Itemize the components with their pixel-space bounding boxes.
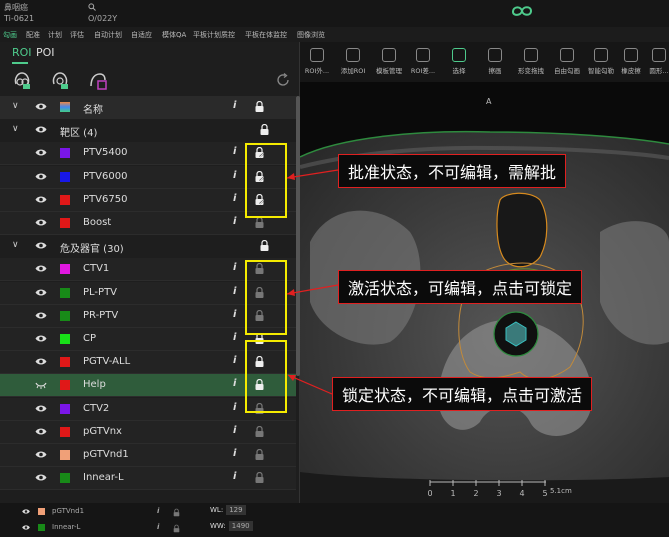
callout-locked: 锁定状态，不可编辑，点击可激活 — [332, 377, 593, 411]
bottom-roi-row[interactable]: Innear-L i — [0, 520, 200, 536]
window-level: WL: 129 — [210, 505, 246, 515]
window-width-value: 1490 — [228, 521, 253, 531]
roi-color-swatch[interactable] — [38, 508, 45, 515]
eye-icon[interactable] — [22, 524, 30, 530]
bottom-roi-row[interactable]: pGTVnd1 i — [0, 504, 200, 520]
eye-icon[interactable] — [22, 508, 30, 514]
callout-active: 激活状态，可编辑，点击可锁定 — [338, 270, 583, 304]
roi-color-swatch[interactable] — [38, 524, 45, 531]
unlocked-icon[interactable] — [173, 524, 180, 533]
unlocked-icon[interactable] — [173, 508, 180, 517]
roi-name: pGTVnd1 — [52, 507, 85, 515]
roi-name: Innear-L — [52, 523, 81, 531]
bottom-roi-strip: WL: 129 WW: 1490 pGTVnd1 i Innear-L i — [0, 503, 669, 537]
callout-approved: 批准状态，不可编辑，需解批 — [338, 154, 567, 188]
window-width: WW: 1490 — [210, 521, 253, 531]
window-level-value: 129 — [226, 505, 246, 515]
roi-info-icon[interactable]: i — [157, 523, 159, 531]
roi-info-icon[interactable]: i — [157, 507, 159, 515]
callout-arrows — [286, 169, 339, 395]
